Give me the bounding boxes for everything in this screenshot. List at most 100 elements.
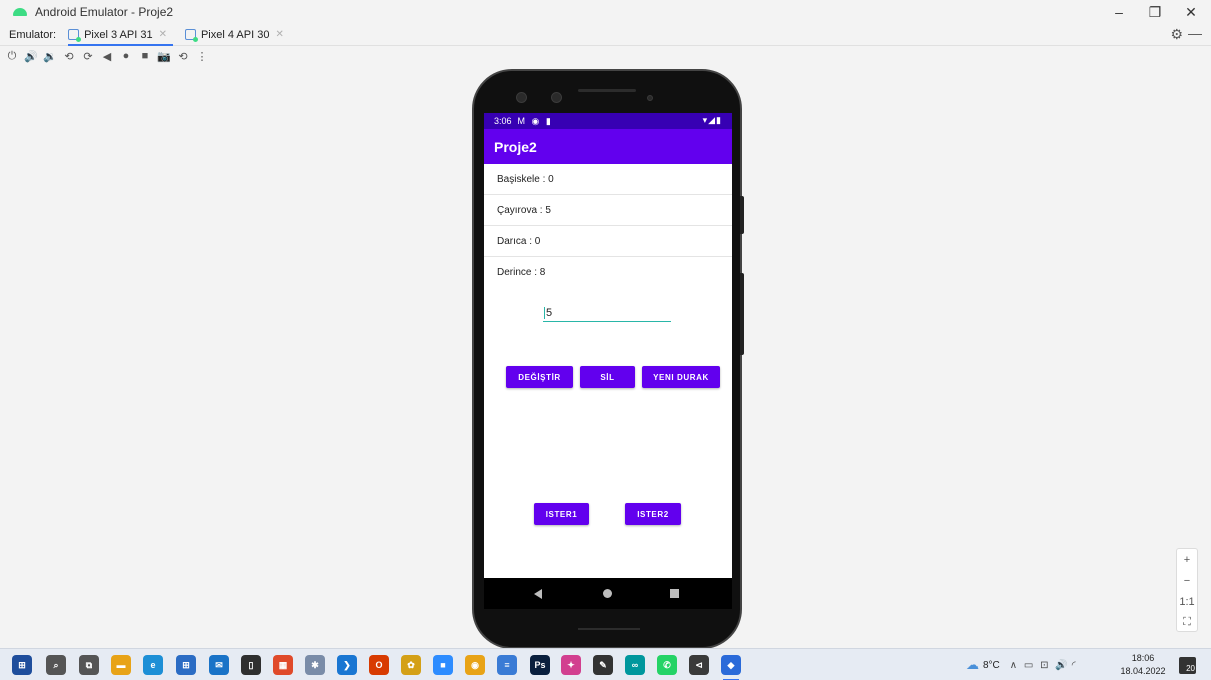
tab-pixel-4-api-30[interactable]: Pixel 4 API 30 ✕ bbox=[184, 24, 290, 46]
sensor-icon bbox=[647, 95, 653, 101]
notification-center-icon[interactable]: 20 bbox=[1179, 657, 1196, 674]
rotate-right-icon[interactable]: ⟳ bbox=[80, 48, 96, 64]
app-title: Proje2 bbox=[494, 138, 537, 155]
emulator-label: Emulator: bbox=[9, 28, 57, 41]
nav-back-icon[interactable] bbox=[534, 589, 542, 599]
window-title: Android Emulator - Proje2 bbox=[35, 5, 174, 19]
front-camera-icon bbox=[516, 92, 527, 103]
sil-button[interactable]: SİL bbox=[580, 366, 635, 388]
tab-close-icon[interactable]: ✕ bbox=[275, 29, 283, 40]
clock-time: 18:06 bbox=[1131, 653, 1155, 663]
window-title-bar: Android Emulator - Proje2 bbox=[0, 0, 1211, 24]
volume-down-icon[interactable]: 🔉 bbox=[42, 48, 58, 64]
degistir-button[interactable]: DEĞİŞTİR bbox=[506, 366, 573, 388]
zoom-controls: + − 1:1 ⛶ bbox=[1176, 548, 1198, 632]
ms-apps-icon[interactable]: ▦ bbox=[273, 655, 293, 675]
ister1-button[interactable]: ISTER1 bbox=[534, 503, 589, 525]
tab-pixel-3-api-31[interactable]: Pixel 3 API 31 ✕ bbox=[68, 24, 173, 46]
mail-icon[interactable]: ✉ bbox=[209, 655, 229, 675]
value-edit-text[interactable]: 5 bbox=[543, 304, 671, 322]
ister2-button[interactable]: ISTER2 bbox=[625, 503, 681, 525]
device-icon bbox=[68, 29, 82, 42]
search-icon[interactable]: ⌕ bbox=[46, 655, 66, 675]
edge-icon[interactable]: e bbox=[143, 655, 163, 675]
sublime-icon[interactable]: ≡ bbox=[497, 655, 517, 675]
overview-icon[interactable]: ■ bbox=[137, 48, 153, 64]
station-list: Başiskele : 0 Çayırova : 5 Darıca : 0 De… bbox=[484, 164, 732, 288]
android-status-bar: 3:06 M ◉ ▮ ▾◢▮ bbox=[484, 113, 732, 129]
status-time: 3:06 bbox=[494, 116, 512, 126]
phone-bottom-speaker bbox=[578, 628, 640, 630]
snapshot-icon[interactable]: ⟲ bbox=[175, 48, 191, 64]
home-icon[interactable]: ● bbox=[118, 48, 134, 64]
power-icon[interactable]: ⏻ bbox=[4, 48, 20, 64]
tray-icons[interactable]: ∧ ▭ ⊡ 🔊 bbox=[1010, 660, 1070, 671]
emulator-toolbar: ⏻ 🔊 🔉 ⟲ ⟳ ◀ ● ■ 📷 ⟲ ⋮ bbox=[4, 47, 213, 65]
more-icon[interactable]: ⋮ bbox=[194, 48, 210, 64]
settings-gear-icon[interactable]: ⚙ bbox=[1170, 26, 1183, 43]
whatsapp-icon[interactable]: ✆ bbox=[657, 655, 677, 675]
emulator-tab-row: Emulator: Pixel 3 API 31 ✕ Pixel 4 API 3… bbox=[0, 24, 1211, 46]
android-studio-tool-icon[interactable]: ⊲ bbox=[689, 655, 709, 675]
window-close-button[interactable]: ✕ bbox=[1173, 0, 1209, 24]
app-bar: Proje2 bbox=[484, 129, 732, 164]
taskbar-clock[interactable]: 18:06 18.04.2022 bbox=[1118, 652, 1168, 678]
screenshot-icon[interactable]: 📷 bbox=[156, 48, 172, 64]
edit-text-value: 5 bbox=[546, 306, 553, 319]
list-item[interactable]: Başiskele : 0 bbox=[484, 164, 732, 195]
clock-date: 18.04.2022 bbox=[1120, 666, 1166, 676]
brain-app-icon[interactable]: ✦ bbox=[561, 655, 581, 675]
weather-cloud-icon[interactable]: ☁ bbox=[966, 657, 979, 673]
list-item[interactable]: Darıca : 0 bbox=[484, 226, 732, 257]
zoom-in-button[interactable]: + bbox=[1177, 549, 1197, 570]
device-screen[interactable]: 3:06 M ◉ ▮ ▾◢▮ Proje2 Başiskele : 0 Çayı… bbox=[484, 113, 732, 609]
tab-label: Pixel 3 API 31 bbox=[84, 28, 153, 41]
tab-label: Pixel 4 API 30 bbox=[200, 28, 270, 41]
pen-tool-icon[interactable]: ✎ bbox=[593, 655, 613, 675]
volume-up-icon[interactable]: 🔊 bbox=[23, 48, 39, 64]
notepad-icon[interactable]: ▯ bbox=[241, 655, 261, 675]
nav-recents-icon[interactable] bbox=[670, 589, 679, 598]
start-icon[interactable]: ⊞ bbox=[12, 655, 32, 675]
file-explorer-icon[interactable]: ▬ bbox=[111, 655, 131, 675]
store-icon[interactable]: ⊞ bbox=[176, 655, 196, 675]
wifi-icon[interactable]: ◜ bbox=[1072, 660, 1076, 671]
nav-home-icon[interactable] bbox=[603, 589, 612, 598]
window-maximize-button[interactable]: ❐ bbox=[1137, 0, 1173, 24]
weather-temperature[interactable]: 8°C bbox=[983, 660, 1000, 671]
vscode-icon[interactable]: ❯ bbox=[337, 655, 357, 675]
device-icon bbox=[184, 29, 198, 42]
task-view-icon[interactable]: ⧉ bbox=[79, 655, 99, 675]
status-notification-icons: M ◉ ▮ bbox=[517, 115, 553, 126]
zoom-icon[interactable]: ■ bbox=[433, 655, 453, 675]
zoom-out-button[interactable]: − bbox=[1177, 570, 1197, 591]
phone-volume-button bbox=[740, 273, 744, 355]
rotate-left-icon[interactable]: ⟲ bbox=[61, 48, 77, 64]
office-icon[interactable]: O bbox=[369, 655, 389, 675]
panel-minimize-icon[interactable]: — bbox=[1188, 25, 1202, 41]
list-item[interactable]: Derince : 8 bbox=[484, 257, 732, 288]
phone-power-button bbox=[740, 196, 744, 234]
android-navigation-bar bbox=[484, 578, 732, 609]
photoshop-icon[interactable]: Ps bbox=[530, 655, 550, 675]
paint-icon[interactable]: ✿ bbox=[401, 655, 421, 675]
back-icon[interactable]: ◀ bbox=[99, 48, 115, 64]
android-studio-icon[interactable]: ◆ bbox=[721, 655, 741, 680]
phone-speaker bbox=[578, 89, 636, 92]
tab-close-icon[interactable]: ✕ bbox=[159, 29, 167, 40]
text-cursor bbox=[544, 306, 545, 319]
front-camera-icon bbox=[551, 92, 562, 103]
system-tray: ☁ 8°C ∧ ▭ ⊡ 🔊 ◜ bbox=[966, 649, 1076, 680]
arduino-icon[interactable]: ∞ bbox=[625, 655, 645, 675]
zoom-fit-icon[interactable]: ⛶ bbox=[1177, 612, 1197, 633]
unity-icon[interactable]: ✱ bbox=[305, 655, 325, 675]
yeni-durak-button[interactable]: YENI DURAK bbox=[642, 366, 720, 388]
notification-count: 20 bbox=[1186, 664, 1195, 673]
android-emulator-icon bbox=[11, 6, 29, 18]
chrome-icon[interactable]: ◉ bbox=[465, 655, 485, 675]
zoom-actual-size-button[interactable]: 1:1 bbox=[1177, 591, 1197, 612]
window-minimize-button[interactable]: – bbox=[1101, 0, 1137, 24]
status-signal-battery-icons: ▾◢▮ bbox=[702, 115, 722, 125]
windows-taskbar: ⊞ ⌕ ⧉ ▬ e ⊞ ✉ ▯ ▦ ✱ ❯ O ✿ ■ ◉ ≡ Ps ✦ ✎ ∞ ✆ ⊲ ◆ ☁ 8°C ∧ ▭ ⊡ 🔊 ◜… bbox=[0, 648, 1211, 680]
list-item[interactable]: Çayırova : 5 bbox=[484, 195, 732, 226]
